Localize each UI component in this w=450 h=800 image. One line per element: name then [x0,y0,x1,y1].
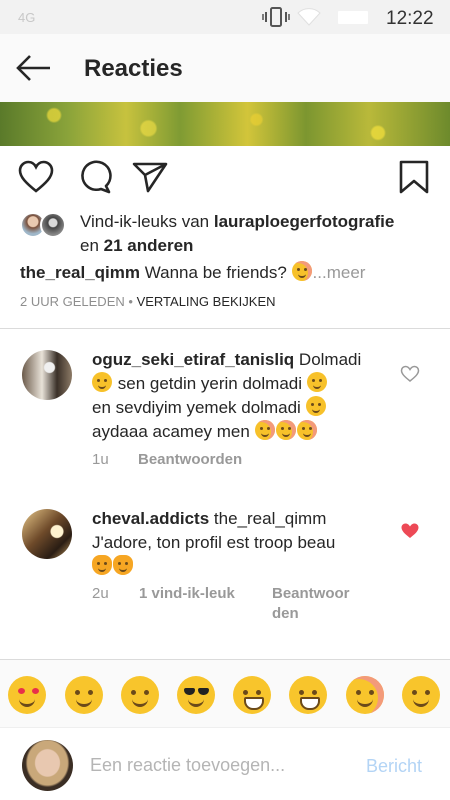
caption-more-link[interactable]: ...meer [313,263,366,282]
bookmark-icon[interactable] [397,160,433,194]
reply-button[interactable]: Beantwoor [272,585,350,602]
comment-line: J'adore, ton profil est troop beau [92,533,336,552]
comment-username[interactable]: cheval.addicts [92,509,209,528]
comment-composer: Bericht [0,727,450,800]
reply-button[interactable]: Beantwoorden [138,451,242,468]
blush-emoji-icon[interactable] [346,676,384,714]
comment-line: Dolmadi [298,350,362,369]
sunglasses-emoji-icon[interactable] [177,676,215,714]
meta-separator: • [128,294,133,309]
status-bar: 4G 12:22 [0,0,450,34]
cat-heart-eyes-emoji-icon [113,555,133,575]
post-caption: the_real_qimm Wanna be friends? ...meer [20,261,440,285]
post-actions [0,146,450,208]
liker-username[interactable]: lauraploegerfotografie [214,212,394,231]
arrow-left-icon[interactable] [14,51,54,85]
smile-emoji-icon[interactable] [65,676,103,714]
page-title: Reacties [84,55,183,82]
comment-bubble-icon[interactable] [76,160,112,194]
grin-emoji-icon[interactable] [289,676,327,714]
comment-mention[interactable]: the_real_qimm [214,509,326,528]
vibrate-icon [262,7,290,27]
post-time: 2 UUR GELEDEN [20,294,125,309]
avatar [40,212,66,238]
tongue-emoji-icon [305,396,326,416]
divider [0,328,450,329]
avatar[interactable] [22,350,72,400]
paper-plane-icon[interactable] [132,160,168,194]
sad-emoji-icon [306,372,327,392]
heart-outline-icon[interactable] [18,160,54,194]
comment-text: oguz_seki_etiraf_tanisliq Dolmadi sen ge… [92,348,382,444]
network-indicator: 4G [18,10,36,25]
kiss-emoji-icon [254,420,275,440]
translate-link[interactable]: VERTALING BEKIJKEN [137,294,276,309]
avatar[interactable] [22,509,72,559]
comment-likes-link[interactable]: 1 vind-ik-leuk [139,585,235,602]
reply-button-wrap[interactable]: den [272,605,299,622]
comment-input[interactable] [90,750,350,780]
heart-outline-icon[interactable] [400,365,420,383]
comment-line: sen getdin yerin dolmadi [117,374,303,393]
caption-username[interactable]: the_real_qimm [20,263,140,282]
likes-prefix: Vind-ik-leuks van [80,212,210,231]
likes-connector: en [80,236,99,255]
post-meta: 2 UUR GELEDEN • VERTALING BEKIJKEN [20,294,276,309]
comment-time: 2u [92,585,109,602]
wifi-icon [297,8,321,26]
caption-text: Wanna be friends? [144,263,287,282]
avatar [22,740,73,791]
cat-heart-eyes-emoji-icon [92,555,112,575]
kiss-emoji-icon [275,420,296,440]
raised-hands-emoji-icon[interactable] [402,676,440,714]
post-photo[interactable] [0,102,450,146]
comment-line: aydaaa acamey men [92,422,250,441]
heart-eyes-emoji-icon[interactable] [8,676,46,714]
header: Reacties [0,34,450,102]
emoji-quick-bar [0,659,450,727]
liker-avatars[interactable] [20,212,72,240]
post-button[interactable]: Bericht [366,756,422,777]
wink-emoji-icon[interactable] [121,676,159,714]
comment-time: 1u [92,451,109,468]
comment-text: cheval.addicts the_real_qimm J'adore, to… [92,507,382,579]
kiss-emoji-icon [296,420,317,440]
likes-others-link[interactable]: 21 anderen [104,236,194,255]
comment-line: en sevdiyim yemek dolmadi [92,398,301,417]
likes-text: Vind-ik-leuks van lauraploegerfotografie… [80,210,450,258]
tears-of-joy-emoji-icon[interactable] [233,676,271,714]
battery-icon [338,11,368,24]
heart-filled-icon[interactable] [400,522,420,540]
couple-kiss-emoji-icon [291,261,312,281]
tongue-emoji-icon [92,372,112,392]
status-time: 12:22 [386,8,434,29]
comment-username[interactable]: oguz_seki_etiraf_tanisliq [92,350,294,369]
